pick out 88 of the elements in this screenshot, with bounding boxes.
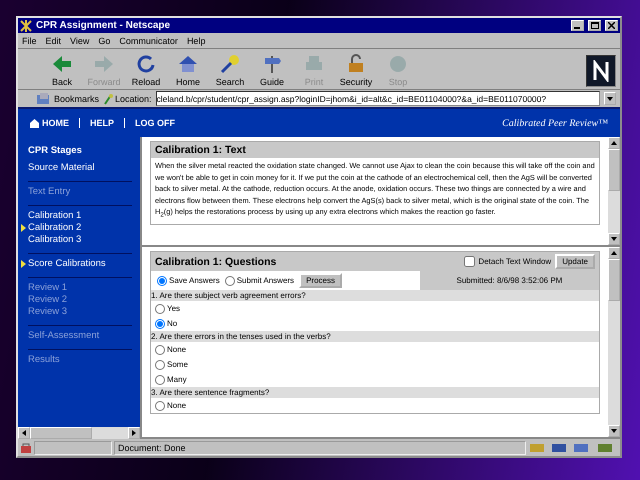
radio-label: Save Answers [169, 276, 220, 285]
house-icon [30, 118, 39, 128]
sidebar-item[interactable]: Source Material [20, 162, 132, 174]
brand-name: Calibrated Peer Review™ [502, 118, 608, 128]
left-arrow-icon [51, 53, 73, 75]
scroll-thumb[interactable] [608, 259, 620, 301]
reload-icon [135, 53, 157, 75]
menu-item[interactable]: Go [98, 36, 110, 46]
url-field[interactable]: cleland.b/cpr/student/cpr_assign.asp?loginID=jhom&i_id=alt&c_id=BE01104000?&a_id=BE011070000? [156, 91, 600, 106]
nav-link[interactable]: HOME [30, 118, 80, 128]
panel-title: Calibration 1: Questions [155, 256, 278, 268]
checkbox-label: Detach Text Window [478, 257, 552, 266]
scroll-down-button[interactable] [608, 233, 620, 245]
scroll-thumb[interactable] [608, 149, 620, 191]
sidebar-item[interactable]: Calibration 2 [20, 222, 132, 234]
n-logo-icon [591, 60, 611, 82]
scroll-up-button[interactable] [608, 247, 620, 259]
close-icon [608, 22, 615, 29]
question-text: 3. Are there sentence fragments? [151, 387, 599, 398]
arrow-icon [20, 429, 28, 437]
radio-button[interactable] [155, 400, 165, 410]
window-title: CPR Assignment - Netscape [36, 20, 172, 31]
maximize-button[interactable] [588, 20, 601, 31]
update-button[interactable]: Update [555, 254, 595, 269]
search-icon [219, 53, 241, 75]
radio-label: Submit Answers [236, 276, 294, 285]
menu-item[interactable]: Help [186, 36, 206, 46]
nav-link[interactable]: LOG OFF [125, 118, 186, 128]
app-icon [20, 20, 32, 32]
arrow-icon [606, 94, 614, 102]
toolbar-button[interactable]: Security [336, 51, 376, 87]
location-icon [103, 92, 114, 104]
radio-label: Many [167, 375, 187, 384]
submitted-time: Submitted: 8/6/98 3:52:06 PM [420, 271, 599, 290]
process-button[interactable]: Process [299, 273, 342, 288]
sidebar-title: CPR Stages [28, 145, 83, 156]
bookmark-icon [36, 92, 52, 104]
radio-button[interactable] [155, 374, 165, 384]
checkbox[interactable] [464, 256, 476, 267]
menu-item[interactable]: View [70, 36, 90, 46]
house-icon [177, 53, 199, 75]
menu-item[interactable]: File [22, 36, 37, 46]
location-label: Location: [115, 94, 152, 104]
sidebar-item[interactable]: Calibration 1 [20, 210, 132, 222]
scroll-up-button[interactable] [608, 137, 620, 149]
radio-button[interactable] [157, 276, 167, 286]
radio-label: Some [167, 360, 188, 369]
toolbar-button[interactable]: Guide [252, 51, 292, 87]
scroll-left-button[interactable] [18, 427, 30, 439]
menu-item[interactable]: Communicator [119, 36, 178, 46]
arrow-icon [610, 427, 618, 435]
toolbar-button[interactable]: Reload [126, 51, 166, 87]
close-button[interactable] [605, 20, 618, 31]
nav-link[interactable]: HELP [80, 118, 126, 128]
dropdown-button[interactable] [604, 92, 616, 105]
radio-label: None [167, 345, 186, 354]
status-text: Document: Done [118, 442, 186, 452]
radio-button[interactable] [155, 318, 165, 328]
horizontal-scrollbar[interactable] [18, 427, 140, 439]
question-text: 1. Are there subject verb agreement errors? [151, 290, 599, 301]
radio-label: No [167, 319, 178, 328]
radio-label: Yes [167, 304, 180, 313]
minimize-button[interactable] [571, 20, 584, 31]
scroll-thumb[interactable] [30, 427, 92, 439]
padlock-icon [20, 442, 32, 453]
maximize-icon [590, 22, 598, 29]
toolbar-button[interactable]: Search [210, 51, 250, 87]
sidebar-item[interactable]: Score Calibrations [20, 258, 132, 270]
right-arrow-icon [93, 53, 115, 75]
radio-button[interactable] [155, 304, 165, 314]
arrow-icon [610, 139, 618, 147]
vertical-scrollbar[interactable] [608, 137, 620, 245]
sidebar-item[interactable]: Calibration 3 [20, 234, 132, 246]
panel-title: Calibration 1: Text [155, 144, 247, 156]
toolbar-button[interactable]: Back [42, 51, 82, 87]
question-text: 2. Are there errors in the tenses used in the verbs? [151, 331, 599, 342]
vertical-scrollbar[interactable] [608, 247, 620, 437]
radio-label: None [167, 401, 186, 410]
scroll-right-button[interactable] [128, 427, 140, 439]
arrow-icon [130, 429, 138, 437]
menu-item[interactable]: Edit [46, 36, 62, 46]
radio-button[interactable] [224, 276, 235, 286]
radio-button[interactable] [155, 360, 165, 370]
stop-icon [387, 53, 409, 75]
bookmarks-button[interactable]: Bookmarks [36, 92, 100, 104]
radio-button[interactable] [155, 344, 165, 354]
toolbar-button[interactable]: Home [168, 51, 208, 87]
scroll-down-button[interactable] [608, 425, 620, 437]
